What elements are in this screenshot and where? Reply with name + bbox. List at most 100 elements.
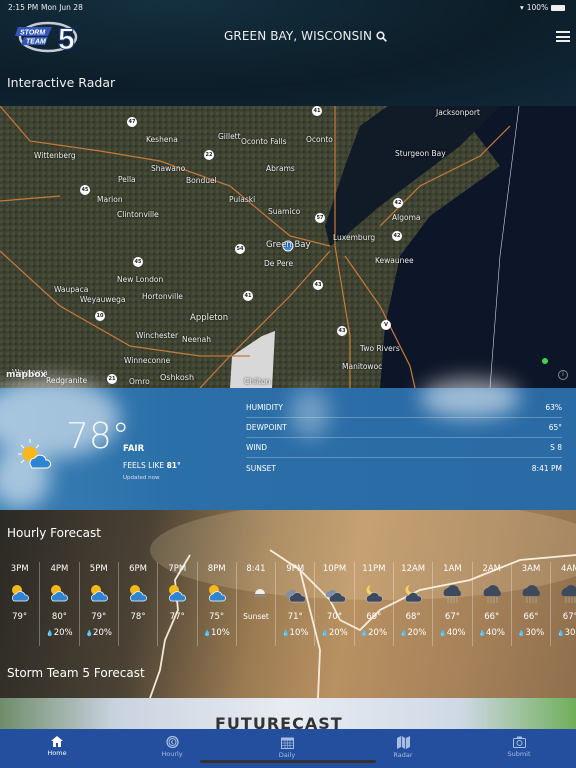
hourly-item[interactable]: 1AM 67° 💧40% (432, 562, 471, 646)
rain-cloud-icon (433, 582, 471, 604)
stat-humidity: HUMIDITY 63% (246, 398, 562, 418)
precip-value: 40% (446, 628, 466, 638)
highway-shield: 43 (337, 326, 347, 336)
map-town: Hortonville (142, 292, 183, 301)
hourly-item[interactable]: 9PM 71° 💧10% (275, 562, 314, 646)
partly-sunny-icon (158, 582, 196, 604)
map-town: Neenah (182, 335, 211, 344)
hourly-temp: 67° (562, 612, 576, 622)
hourly-temp: 67° (444, 612, 460, 622)
map-town: Appleton (190, 313, 229, 323)
radar-map[interactable]: Jacksonport Keshena Gillett Oconto Falls… (0, 106, 576, 388)
highway-shield: 10 (95, 311, 105, 321)
location-selector[interactable]: GREEN BAY, WISCONSIN (224, 29, 387, 43)
hourly-item[interactable]: 6PM 78° (117, 562, 157, 646)
raindrop-icon: 💧 (478, 630, 487, 637)
precip-value: 20% (368, 628, 388, 638)
map-town: Winneconne (124, 356, 171, 365)
hourly-forecast[interactable]: Hourly Forecast 3PM 79° 4PM 80° 💧20% 5PM … (0, 510, 576, 698)
precip-value: 40% (486, 628, 505, 638)
map-town: De Pere (264, 259, 294, 268)
hamburger-menu-icon[interactable] (556, 31, 570, 42)
map-town: Chilton (244, 377, 271, 386)
svg-text:5: 5 (58, 23, 75, 54)
hourly-item[interactable]: 3PM 79° (0, 562, 39, 646)
hourly-precip: 💧20% (40, 628, 78, 638)
hourly-item[interactable]: 8:41 Sunset (235, 562, 275, 646)
map-town: Abrams (266, 164, 295, 173)
hourly-time: 10PM (322, 564, 347, 574)
map-town: Winchester (136, 331, 179, 340)
map-town: Pulaski (229, 195, 256, 204)
cloudy-night-icon (315, 582, 353, 604)
moon-cloud-icon (355, 582, 393, 604)
hourly-precip: 💧30% (551, 628, 576, 638)
partly-sunny-icon (119, 582, 157, 604)
status-right: ▾ 100% (520, 3, 566, 12)
hourly-precip: 💧10% (198, 628, 236, 638)
futurecast-video-thumbnail[interactable]: FUTURECAST (0, 698, 576, 730)
map-town: Luxemburg (333, 233, 376, 242)
rain-cloud-icon (473, 582, 511, 604)
stat-label: HUMIDITY (246, 403, 283, 412)
partly-sunny-icon (18, 439, 51, 469)
home-icon (51, 736, 63, 747)
hourly-precip: 💧20% (355, 628, 393, 638)
hourly-item[interactable]: 10PM 70° 💧20% (314, 562, 353, 646)
current-condition: FAIR (123, 444, 145, 454)
tab-hourly[interactable]: Hourly (142, 736, 202, 758)
hourly-item[interactable]: 11PM 69° 💧20% (353, 562, 393, 646)
location-name: GREEN BAY, WISCONSIN (224, 29, 373, 43)
hourly-item[interactable]: 7PM 77° (157, 562, 196, 646)
hourly-temp: 70° (327, 612, 343, 622)
tab-submit[interactable]: Submit (489, 736, 549, 758)
hourly-item[interactable]: 5PM 79° 💧20% (78, 562, 118, 646)
storm-team-5-logo[interactable]: 5 STORM TEAM (14, 20, 78, 54)
current-conditions[interactable]: 78° FAIR FEELS LIKE 81° Updated now HUMI… (0, 378, 576, 510)
partly-sunny-icon (0, 582, 39, 604)
svg-text:TEAM: TEAM (26, 39, 46, 46)
precip-value: 20% (407, 628, 427, 638)
tab-label: Home (47, 749, 67, 757)
hourly-temp: 71° (287, 612, 303, 622)
highway-shield: 45 (80, 185, 90, 195)
map-town: Gillett (218, 132, 241, 141)
tab-label: Radar (393, 751, 413, 759)
hourly-precip: 💧20% (80, 628, 118, 638)
search-icon[interactable] (376, 30, 387, 42)
map-town: Shawano (151, 164, 186, 173)
hourly-precip: 💧40% (473, 628, 511, 638)
hourly-item[interactable]: 12AM 68° 💧20% (393, 562, 432, 646)
app-header: 2:15 PM Mon Jun 28 ▾ 100% 5 STORM TEAM G… (0, 0, 576, 106)
hourly-time: 5PM (89, 564, 108, 574)
rain-cloud-icon (512, 582, 550, 604)
tab-home[interactable]: Home (27, 736, 87, 757)
map-town: Sturgeon Bay (395, 149, 446, 158)
map-town: Manitowoc (342, 362, 383, 371)
tab-label: Hourly (161, 750, 183, 758)
map-town: Keshena (146, 135, 178, 144)
partly-sunny-icon (40, 582, 78, 604)
hourly-item[interactable]: 8PM 75° 💧10% (196, 562, 236, 646)
raindrop-icon: 💧 (85, 630, 94, 637)
map-town: New London (117, 275, 164, 284)
svg-text:STORM: STORM (20, 30, 45, 37)
hourly-item[interactable]: 2AM 66° 💧40% (471, 562, 511, 646)
hourly-item[interactable]: 3AM 66° 💧30% (510, 562, 550, 646)
tab-daily[interactable]: Daily (257, 736, 317, 759)
hourly-item[interactable]: 4AM 67° 💧30% (550, 562, 576, 646)
map-town: Pella (118, 175, 136, 184)
precip-value: 10% (210, 628, 230, 638)
hourly-item[interactable]: 4PM 80° 💧20% (39, 562, 78, 646)
stat-dewpoint: DEWPOINT 65° (246, 418, 562, 438)
precip-value: 30% (525, 628, 545, 638)
hourly-temp: Sunset (243, 612, 269, 621)
partly-sunny-icon (198, 582, 236, 604)
tab-radar[interactable]: Radar (373, 736, 433, 759)
info-icon[interactable]: i (558, 370, 568, 380)
stat-wind: WIND S 8 (246, 438, 562, 458)
raindrop-icon: 💧 (360, 630, 369, 637)
hourly-temp: 75° (209, 612, 225, 622)
highway-shield: 41 (312, 106, 322, 116)
hourly-time: 3PM (10, 564, 29, 574)
